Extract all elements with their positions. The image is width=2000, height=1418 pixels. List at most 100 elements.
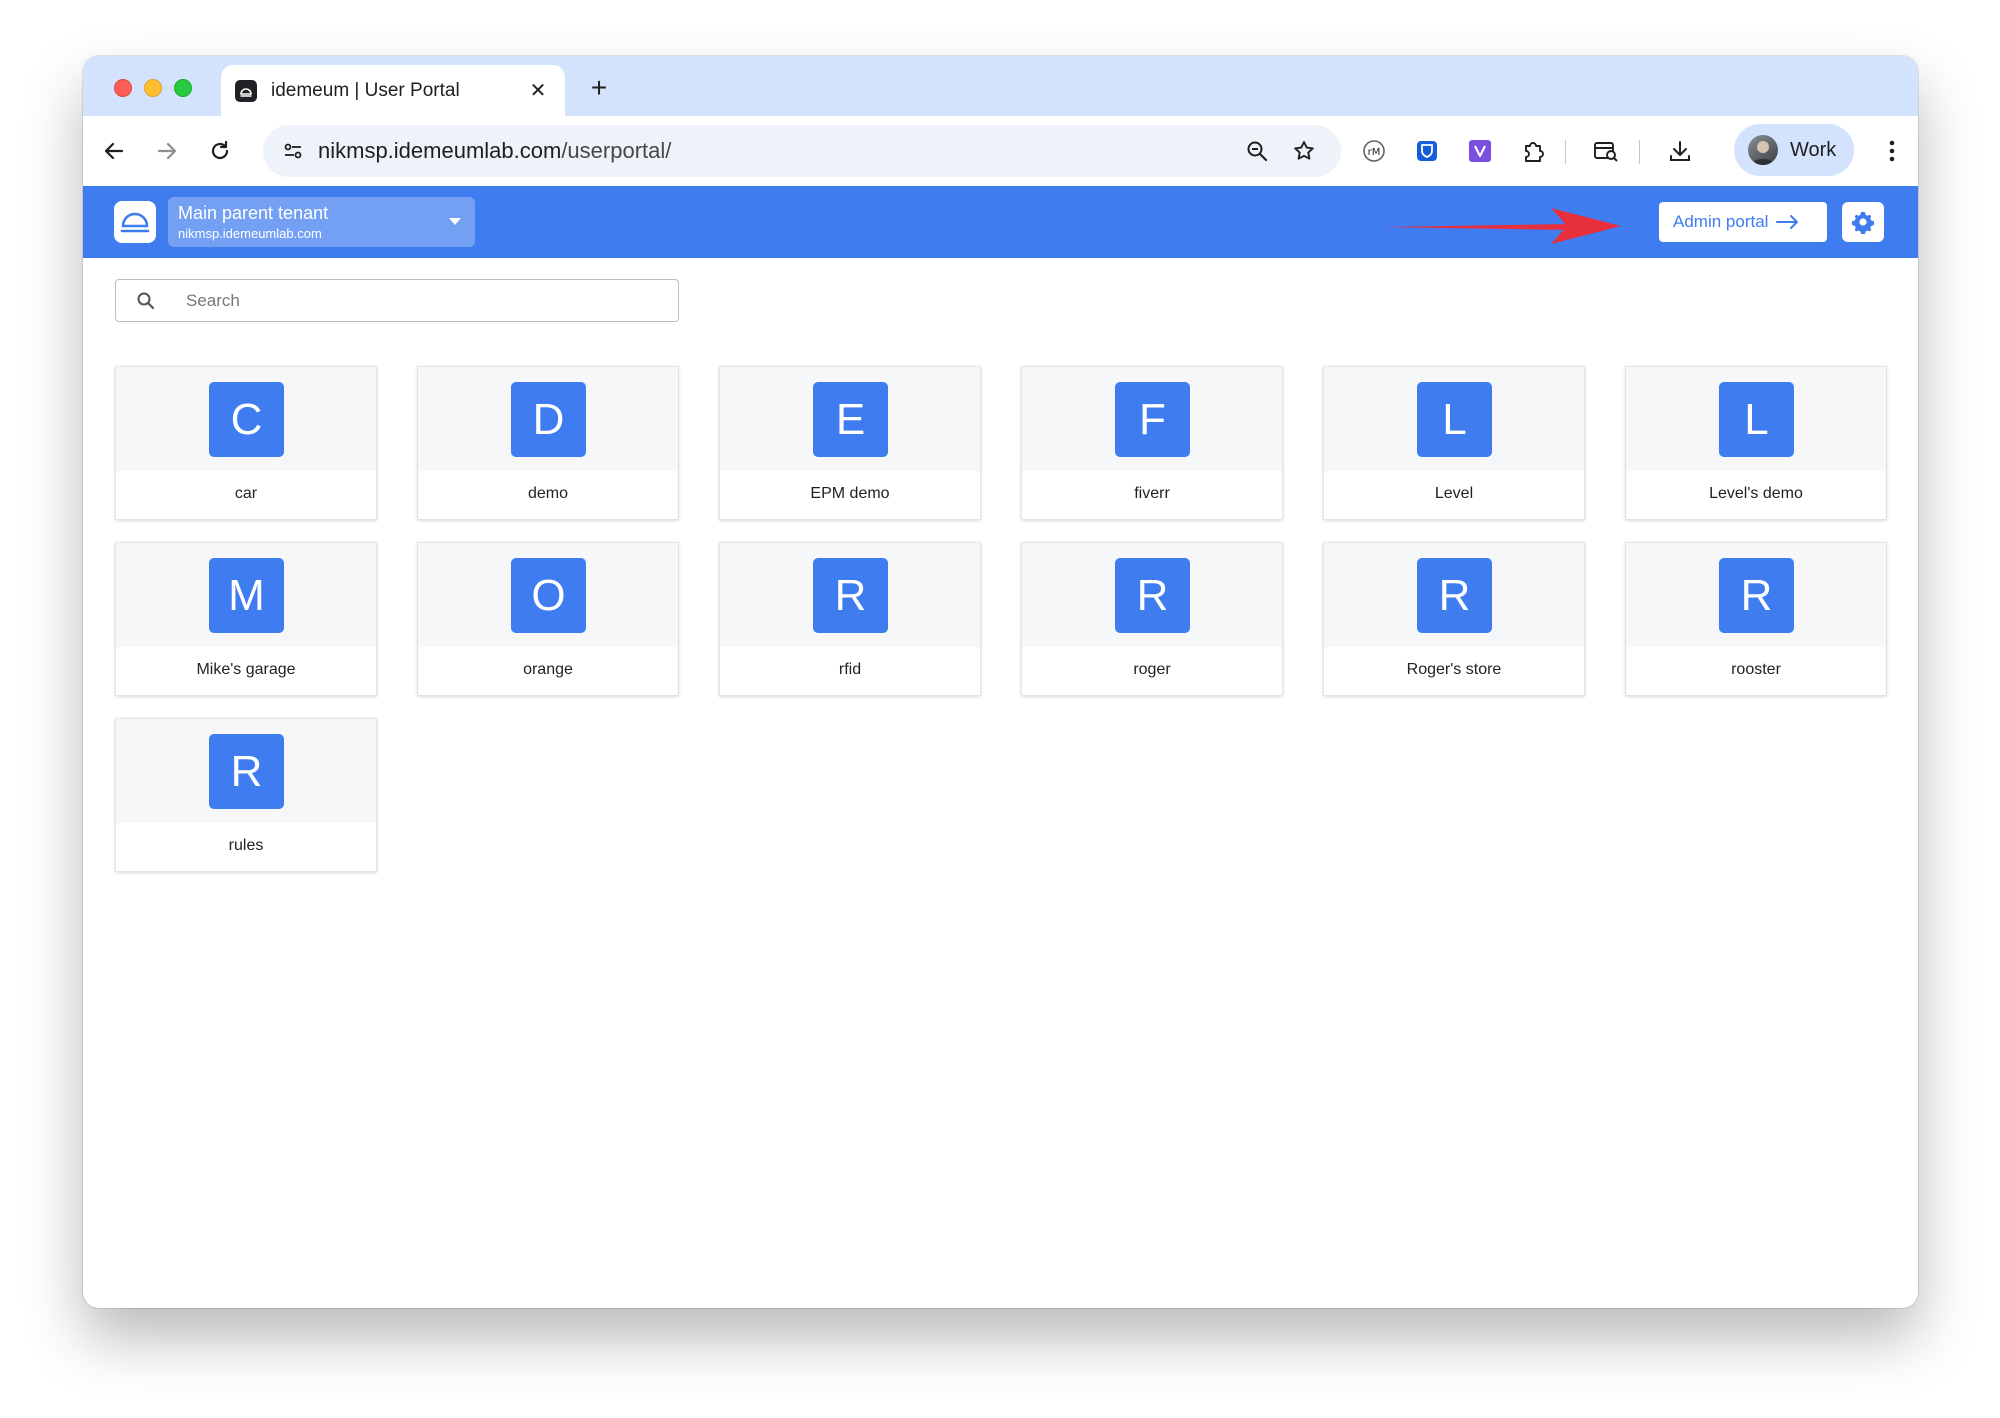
app-tile[interactable]: Rrfid — [719, 542, 981, 696]
app-tile-label: Mike's garage — [196, 661, 296, 678]
maximize-window-button[interactable] — [174, 79, 192, 97]
forward-button[interactable] — [147, 131, 187, 171]
arrow-right-icon — [1776, 214, 1800, 230]
reload-icon — [211, 140, 229, 160]
extensions-puzzle-icon[interactable] — [1514, 132, 1552, 170]
admin-portal-label: Admin portal — [1673, 212, 1769, 231]
app-tile-header: R — [1022, 543, 1282, 647]
url-text[interactable]: nikmsp.idemeumlab.com/userportal/ — [318, 138, 671, 164]
app-tile[interactable]: Ccar — [115, 366, 377, 520]
app-tile-label: EPM demo — [810, 485, 890, 502]
app-tile[interactable]: Rroger — [1021, 542, 1283, 696]
app-tile-label: demo — [527, 485, 569, 502]
browser-tab-active[interactable]: idemeum | User Portal ✕ — [221, 65, 565, 116]
site-settings-icon[interactable] — [277, 135, 309, 167]
app-tile-header: C — [116, 367, 376, 471]
avatar — [1748, 135, 1778, 165]
download-icon[interactable] — [1661, 132, 1699, 170]
app-tile-header: O — [418, 543, 678, 647]
admin-portal-button[interactable]: Admin portal — [1659, 202, 1827, 242]
app-letter-icon: R — [209, 734, 284, 809]
app-tile-label: rfid — [838, 661, 862, 678]
tab-close-icon[interactable]: ✕ — [525, 78, 551, 104]
browser-toolbar: nikmsp.idemeumlab.com/userportal/ rM Wor… — [83, 116, 1918, 186]
search-box[interactable] — [115, 279, 679, 322]
app-tile-header: R — [1324, 543, 1584, 647]
app-tile-header: R — [720, 543, 980, 647]
app-tile[interactable]: E EPM demo — [719, 366, 981, 520]
app-letter-icon: M — [209, 558, 284, 633]
idemeum-logo-icon[interactable] — [114, 201, 156, 243]
app-letter-icon: R — [1417, 558, 1492, 633]
extension-rm-icon[interactable]: rM — [1355, 132, 1393, 170]
bitwarden-shield-icon[interactable] — [1408, 132, 1446, 170]
new-tab-button[interactable]: + — [581, 70, 617, 106]
reload-button[interactable] — [200, 131, 240, 171]
gear-icon — [1851, 211, 1875, 234]
app-tile[interactable]: Ffiverr — [1021, 366, 1283, 520]
app-tile[interactable]: Rrooster — [1625, 542, 1887, 696]
tab-search-icon[interactable] — [1587, 132, 1625, 170]
app-tile-header: E — [720, 367, 980, 471]
search-input[interactable] — [186, 286, 656, 316]
app-tile[interactable]: Ddemo — [417, 366, 679, 520]
search-icon — [137, 292, 155, 310]
app-tile-header: L — [1626, 367, 1886, 471]
app-letter-icon: L — [1417, 382, 1492, 457]
profile-button[interactable]: Work — [1734, 124, 1854, 176]
app-letter-icon: R — [1719, 558, 1794, 633]
app-tile[interactable]: M Mike's garage — [115, 542, 377, 696]
app-letter-icon: F — [1115, 382, 1190, 457]
app-tile-header: R — [116, 719, 376, 823]
tenant-domain: nikmsp.idemeumlab.com — [178, 226, 322, 241]
url-host: nikmsp.idemeumlab.com — [318, 138, 562, 163]
arrow-left-icon — [104, 142, 124, 160]
app-tile-header: F — [1022, 367, 1282, 471]
app-tile-label: Level's demo — [1709, 485, 1803, 502]
app-tile-header: D — [418, 367, 678, 471]
app-tile[interactable]: Rrules — [115, 718, 377, 872]
svg-text:rM: rM — [1368, 147, 1381, 158]
arrow-right-icon — [157, 142, 177, 160]
app-tile[interactable]: R Roger's store — [1323, 542, 1585, 696]
tenant-name: Main parent tenant — [178, 203, 329, 223]
tab-strip: idemeum | User Portal ✕ + — [83, 56, 1918, 116]
annotation-arrow-icon — [1381, 208, 1621, 244]
tenant-selector[interactable]: Main parent tenant nikmsp.idemeumlab.com — [168, 197, 475, 247]
browser-menu-icon[interactable] — [1873, 132, 1911, 170]
app-tile-label: roger — [1133, 661, 1171, 678]
app-tile[interactable]: L Level — [1323, 366, 1585, 520]
app-letter-icon: L — [1719, 382, 1794, 457]
app-tile-header: R — [1626, 543, 1886, 647]
app-tile-label: Level — [1434, 485, 1474, 502]
app-letter-icon: D — [511, 382, 586, 457]
app-header: Main parent tenant nikmsp.idemeumlab.com… — [83, 186, 1918, 258]
settings-button[interactable] — [1842, 202, 1884, 242]
tab-title: idemeum | User Portal — [271, 79, 460, 101]
app-letter-icon: E — [813, 382, 888, 457]
app-letter-icon: C — [209, 382, 284, 457]
app-letter-icon: R — [813, 558, 888, 633]
app-tile-label: car — [234, 485, 258, 502]
app-tile[interactable]: L Level's demo — [1625, 366, 1887, 520]
address-bar[interactable]: nikmsp.idemeumlab.com/userportal/ — [263, 125, 1341, 177]
app-tile-label: orange — [523, 661, 573, 678]
app-tile-label: Roger's store — [1406, 661, 1502, 678]
extension-v-icon[interactable] — [1461, 132, 1499, 170]
zoom-icon[interactable] — [1242, 136, 1272, 166]
toolbar-divider — [1565, 140, 1566, 164]
app-tile-header: L — [1324, 367, 1584, 471]
url-path: /userportal/ — [561, 138, 672, 163]
back-button[interactable] — [94, 131, 134, 171]
bookmark-star-icon[interactable] — [1289, 136, 1319, 166]
app-tile-label: fiverr — [1134, 485, 1170, 502]
idemeum-favicon-icon — [235, 79, 257, 102]
app-tile[interactable]: Oorange — [417, 542, 679, 696]
close-window-button[interactable] — [114, 79, 132, 97]
browser-window: idemeum | User Portal ✕ + nikmsp.idemeum… — [83, 56, 1918, 1308]
app-letter-icon: R — [1115, 558, 1190, 633]
app-letter-icon: O — [511, 558, 586, 633]
caret-down-icon — [449, 218, 461, 225]
profile-name: Work — [1790, 138, 1837, 161]
minimize-window-button[interactable] — [144, 79, 162, 97]
